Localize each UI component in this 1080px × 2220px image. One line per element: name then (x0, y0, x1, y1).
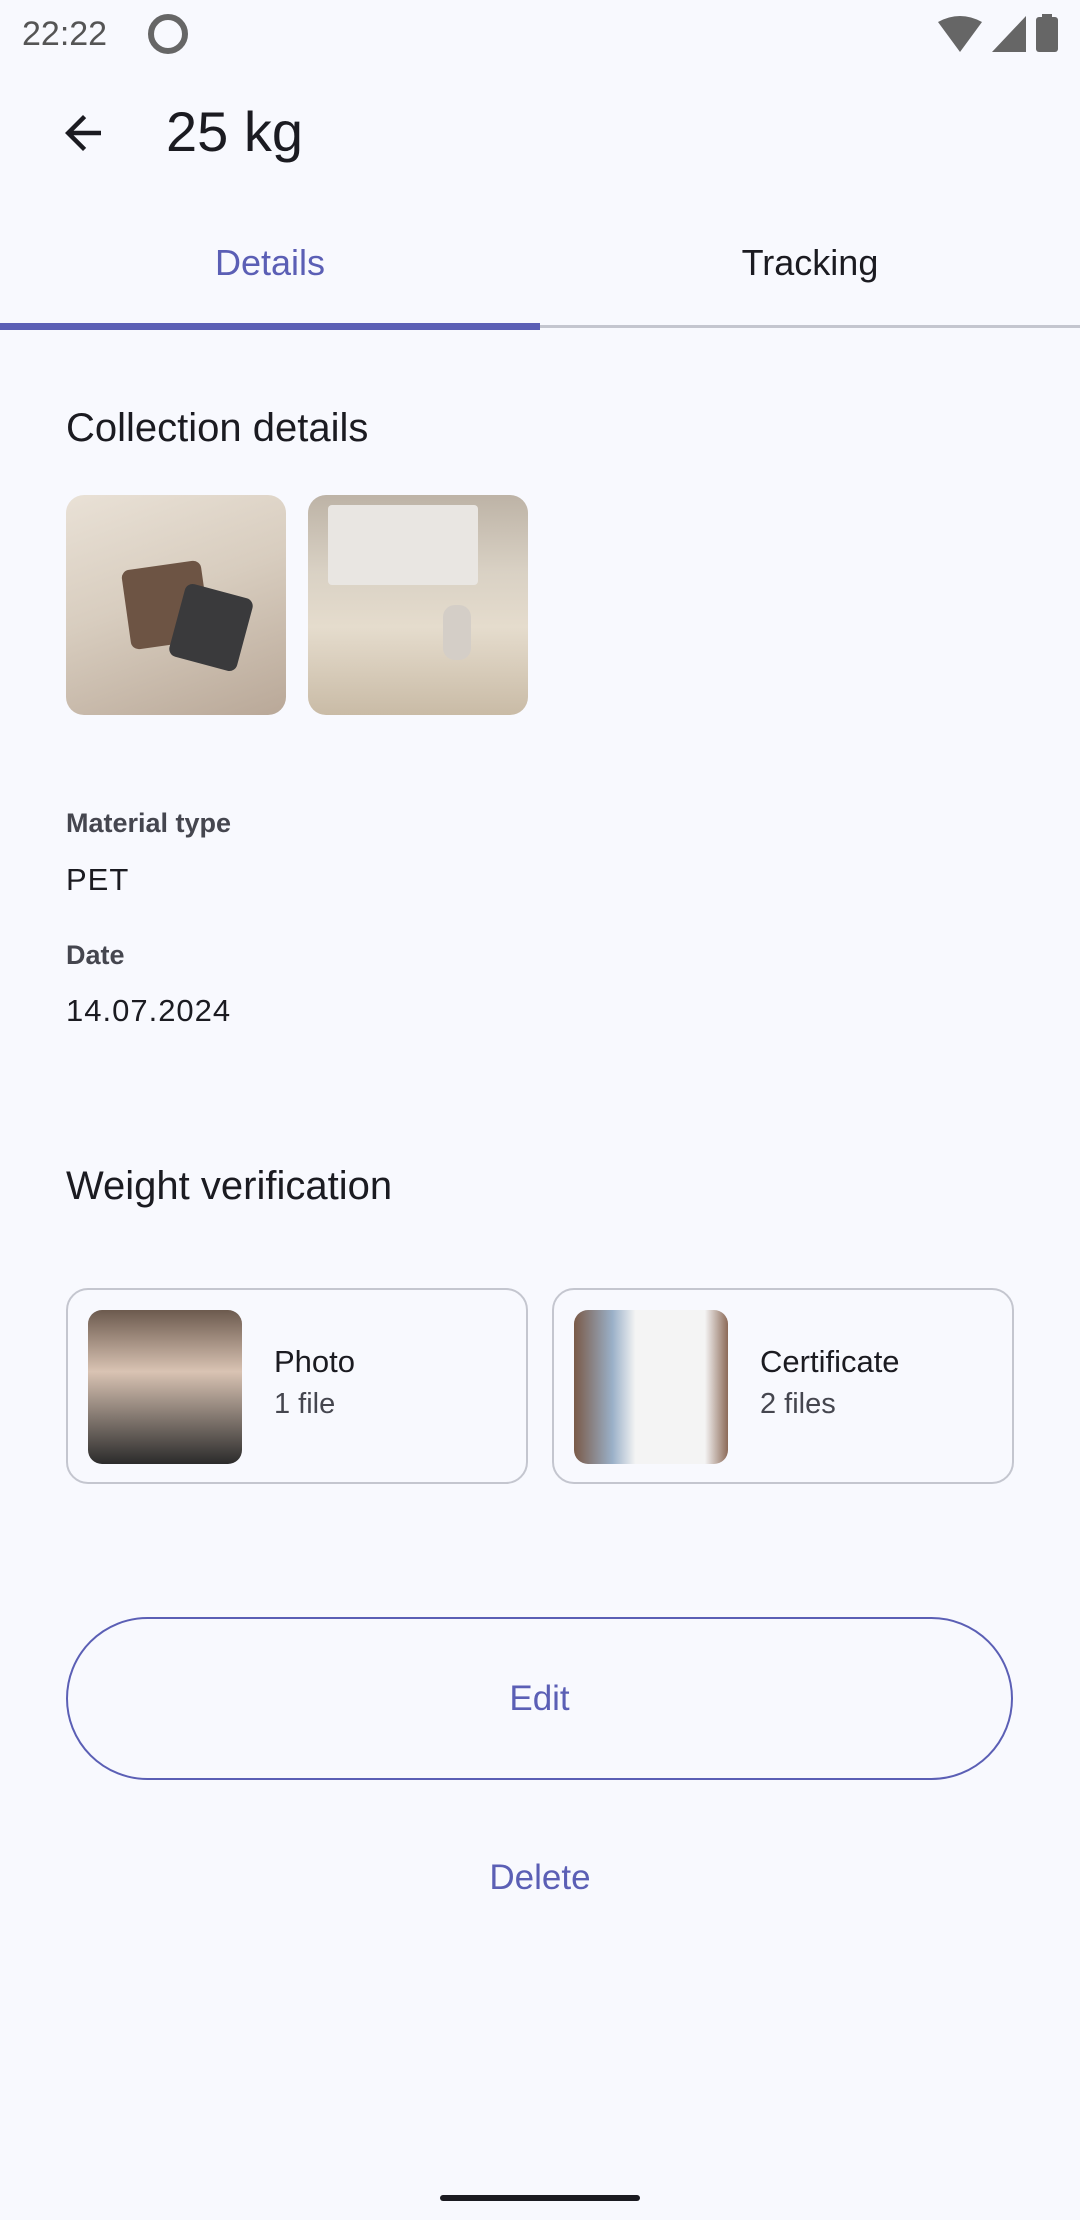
page-title: 25 kg (166, 100, 303, 163)
collection-details-heading: Collection details (66, 406, 369, 450)
material-type-label: Material type (66, 808, 232, 838)
certificate-card-count: 2 files (760, 1388, 836, 1420)
certificate-card-title: Certificate (760, 1344, 900, 1379)
certificate-card[interactable]: Certificate 2 files (552, 1288, 1014, 1484)
weight-verification-heading: Weight verification (66, 1164, 393, 1208)
wifi-icon (938, 16, 982, 52)
notification-icon (148, 14, 188, 54)
photo-thumbnail (88, 1310, 242, 1464)
delete-button[interactable]: Delete (440, 1850, 640, 1906)
tab-tracking[interactable]: Tracking (540, 228, 1080, 324)
photo-card-title: Photo (274, 1344, 356, 1379)
signal-icon (992, 16, 1026, 52)
edit-button[interactable]: Edit (66, 1617, 1013, 1780)
photo-card[interactable]: Photo 1 file (66, 1288, 528, 1484)
material-type-value: PET (66, 862, 130, 897)
tab-details[interactable]: Details (0, 228, 540, 324)
status-icons (938, 14, 1058, 52)
photo-card-count: 1 file (274, 1388, 336, 1420)
date-label: Date (66, 940, 125, 970)
certificate-thumbnail (574, 1310, 728, 1464)
battery-icon (1036, 14, 1058, 52)
collection-photo-sofa[interactable] (66, 495, 286, 715)
back-arrow-icon[interactable] (56, 106, 110, 160)
status-time: 22:22 (22, 15, 108, 53)
home-indicator[interactable] (440, 2195, 640, 2201)
collection-photo-floor[interactable] (308, 495, 528, 715)
date-value: 14.07.2024 (66, 993, 232, 1028)
tab-indicator (0, 323, 540, 330)
